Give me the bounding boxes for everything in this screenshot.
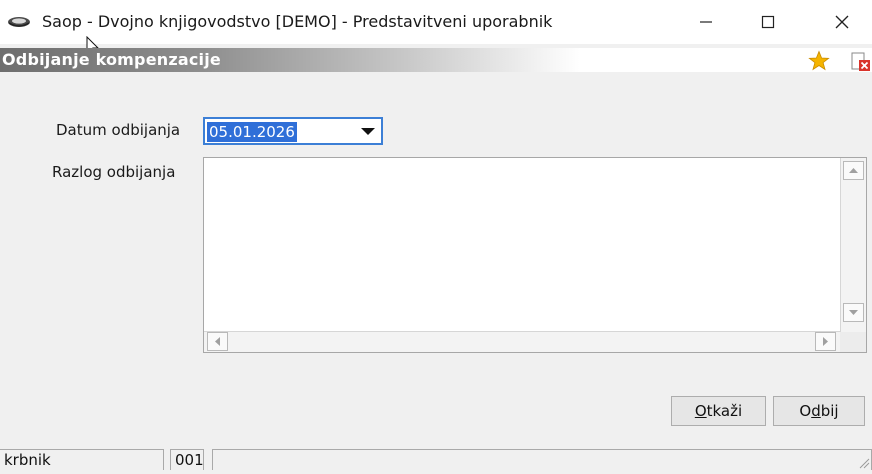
window-title: Saop - Dvojno knjigovodstvo [DEMO] - Pre… bbox=[42, 12, 553, 31]
maximize-button[interactable] bbox=[738, 0, 798, 44]
scroll-left-button[interactable] bbox=[207, 332, 228, 351]
close-icon bbox=[835, 15, 849, 29]
minimize-button[interactable] bbox=[676, 0, 736, 44]
window-titlebar: Saop - Dvojno knjigovodstvo [DEMO] - Pre… bbox=[0, 0, 872, 44]
minimize-icon bbox=[700, 21, 712, 23]
status-user: krbnik bbox=[0, 449, 164, 470]
scroll-down-button[interactable] bbox=[843, 303, 864, 322]
star-icon[interactable] bbox=[808, 50, 830, 77]
reject-button-mnemonic: d bbox=[811, 402, 821, 420]
horizontal-scrollbar[interactable] bbox=[204, 331, 840, 352]
status-bar: krbnik 001 bbox=[0, 447, 872, 470]
status-code: 001 bbox=[170, 449, 204, 470]
reject-button-label-pre: O bbox=[799, 402, 812, 420]
maximize-icon bbox=[761, 15, 775, 29]
close-button[interactable] bbox=[812, 0, 872, 44]
chevron-down-icon[interactable] bbox=[361, 128, 375, 135]
date-label: Datum odbijanja bbox=[56, 121, 181, 139]
arrow-left-icon bbox=[215, 337, 220, 346]
saop-logo-icon bbox=[7, 14, 31, 35]
close-document-icon[interactable] bbox=[850, 52, 872, 77]
arrow-up-icon bbox=[849, 168, 858, 173]
arrow-down-icon bbox=[849, 310, 858, 315]
reason-textarea[interactable] bbox=[203, 157, 867, 353]
arrow-right-icon bbox=[823, 337, 828, 346]
status-message bbox=[212, 449, 872, 470]
date-value[interactable]: 05.01.2026 bbox=[207, 122, 297, 142]
date-dropdown[interactable]: 05.01.2026 bbox=[203, 117, 383, 145]
scrollbar-corner bbox=[840, 332, 866, 352]
scroll-right-button[interactable] bbox=[815, 332, 836, 351]
scroll-up-button[interactable] bbox=[843, 161, 864, 180]
reject-button[interactable]: Od bij bbox=[773, 396, 865, 426]
cancel-button[interactable]: Otkaži bbox=[671, 396, 766, 426]
reject-button-label: bij bbox=[820, 402, 839, 420]
vertical-scrollbar[interactable] bbox=[840, 158, 866, 332]
resize-grip-icon[interactable] bbox=[858, 456, 870, 474]
form-header: Odbijanje kompenzacije bbox=[0, 48, 872, 72]
form-title: Odbijanje kompenzacije bbox=[2, 50, 221, 69]
reason-label: Razlog odbijanja bbox=[52, 163, 176, 181]
cancel-button-label: tkaži bbox=[706, 402, 743, 420]
cancel-button-mnemonic: O bbox=[694, 402, 707, 420]
